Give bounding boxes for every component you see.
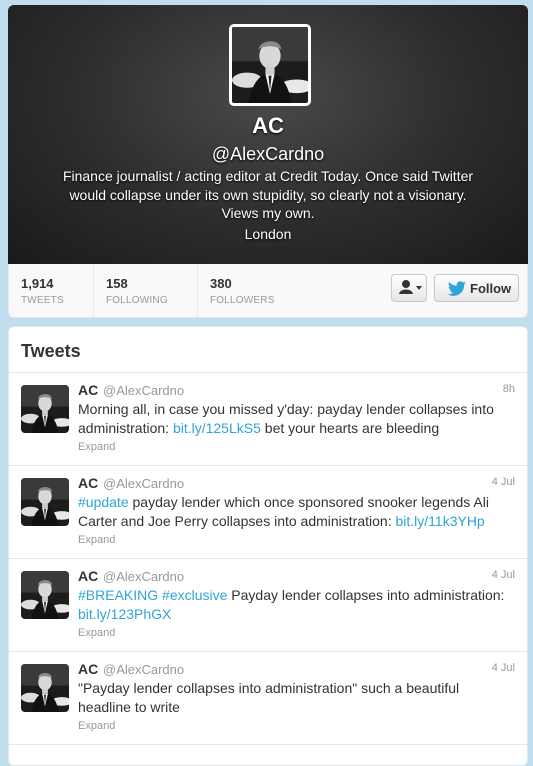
tweet-text-segment: bet your hearts are bleeding — [260, 419, 440, 436]
tweet-link[interactable]: bit.ly/125LkS5 — [173, 420, 261, 436]
tweet-expand-link[interactable]: Expand — [78, 534, 115, 546]
tweet-text: #update payday lender which once sponsor… — [78, 493, 517, 530]
tweet-avatar[interactable] — [21, 571, 69, 619]
tweet-text: "Payday lender collapses into administra… — [78, 679, 517, 716]
avatar-image — [21, 478, 69, 526]
avatar-image — [232, 27, 308, 103]
tweet-hashtag[interactable]: #BREAKING — [78, 587, 158, 603]
avatar-image — [21, 664, 69, 712]
tweet-author-handle[interactable]: @AlexCardno — [103, 569, 184, 584]
person-icon — [399, 280, 422, 294]
timeline-title: Tweets — [21, 341, 81, 361]
tweet-text-line: headline to write — [78, 698, 180, 715]
follow-button[interactable]: Follow — [434, 274, 519, 302]
stat-value: 158 — [106, 276, 128, 291]
tweet-expand-link[interactable]: Expand — [78, 441, 115, 453]
tweet-link[interactable]: bit.ly/11k3YHp — [395, 513, 484, 529]
tweet-expand-link[interactable]: Expand — [78, 720, 115, 732]
tweets-timeline: Tweets AC @AlexCardno 8h Morning all, in… — [8, 326, 528, 766]
stat-label: TWEETS — [21, 295, 64, 306]
tweet-timestamp[interactable]: 4 Jul — [492, 662, 515, 674]
tweet-timestamp[interactable]: 4 Jul — [492, 476, 515, 488]
tweet-text-segment: Carter and Joe Perry collapses into admi… — [78, 512, 396, 529]
tweet-item[interactable]: AC @AlexCardno 4 Jul "Payday lender coll… — [9, 651, 527, 744]
stat-label: FOLLOWING — [106, 295, 168, 306]
profile-avatar[interactable] — [229, 24, 311, 106]
tweet-text-line: "Payday lender collapses into administra… — [78, 680, 460, 696]
tweet-author-name[interactable]: AC — [78, 661, 98, 677]
tweet-text-line: #update payday lender which once sponsor… — [78, 493, 517, 512]
tweet-hashtag[interactable]: #update — [78, 494, 129, 510]
tweet-author-handle[interactable]: @AlexCardno — [103, 476, 184, 491]
tweet-text-line: administration: bit.ly/125LkS5 bet your … — [78, 419, 517, 438]
profile-stats-bar: 1,914 TWEETS 158 FOLLOWING 380 FOLLOWERS… — [8, 264, 528, 318]
tweet-author-name[interactable]: AC — [78, 568, 98, 584]
tweet-text-segment: payday lender which once sponsored snook… — [128, 494, 489, 510]
tweet-item[interactable]: AC @AlexCardno 4 Jul #BREAKING #exclusiv… — [9, 558, 527, 651]
bio-line: Views my own. — [221, 205, 315, 221]
stat-value: 380 — [210, 276, 232, 291]
tweet-text-line: Morning all, in case you missed y'day: p… — [78, 401, 494, 417]
avatar-image — [21, 385, 69, 433]
tweet-timestamp[interactable]: 4 Jul — [492, 569, 515, 581]
tweet-timestamp[interactable]: 8h — [503, 383, 515, 395]
profile-name: AC — [252, 113, 284, 138]
stat-followers[interactable]: 380 FOLLOWERS — [198, 264, 308, 317]
tweet-link[interactable]: bit.ly/123PhGX — [78, 606, 171, 622]
stat-label: FOLLOWERS — [210, 295, 275, 306]
tweet-author-name[interactable]: AC — [78, 382, 98, 398]
tweet-author-name[interactable]: AC — [78, 475, 98, 491]
tweet-text: Morning all, in case you missed y'day: p… — [78, 400, 517, 437]
tweet-item-partial — [9, 744, 527, 765]
tweet-avatar[interactable] — [21, 478, 69, 526]
user-actions-button[interactable] — [391, 274, 427, 302]
tweet-text-line: bit.ly/123PhGX — [78, 605, 517, 624]
tweet-avatar[interactable] — [21, 664, 69, 712]
avatar-image — [21, 571, 69, 619]
tweet-text-segment: administration: — [78, 419, 173, 436]
profile-header: AC @AlexCardno Finance journalist / acti… — [8, 5, 528, 264]
follow-label: Follow — [470, 281, 512, 296]
tweet-text-segment: Payday lender collapses into administrat… — [227, 587, 505, 603]
stat-value: 1,914 — [21, 276, 54, 291]
stat-tweets[interactable]: 1,914 TWEETS — [9, 264, 94, 317]
tweet-item[interactable]: AC @AlexCardno 4 Jul #update payday lend… — [9, 465, 527, 558]
bio-line: would collapse under its own stupidity, … — [69, 186, 467, 203]
profile-location: London — [244, 226, 292, 242]
stat-following[interactable]: 158 FOLLOWING — [94, 264, 198, 317]
tweet-expand-link[interactable]: Expand — [78, 627, 115, 639]
profile-bio: Finance journalist / acting editor at Cr… — [38, 167, 498, 223]
tweet-text-line: #BREAKING #exclusive Payday lender colla… — [78, 586, 517, 605]
tweet-item[interactable]: AC @AlexCardno 8h Morning all, in case y… — [9, 372, 527, 465]
tweet-avatar[interactable] — [21, 385, 69, 433]
bio-line: Finance journalist / acting editor at Cr… — [62, 168, 474, 184]
bird-icon — [447, 281, 466, 296]
tweet-author-handle[interactable]: @AlexCardno — [103, 383, 184, 398]
tweet-text: #BREAKING #exclusive Payday lender colla… — [78, 586, 517, 623]
tweet-author-handle[interactable]: @AlexCardno — [103, 662, 184, 677]
tweet-text-line: Carter and Joe Perry collapses into admi… — [78, 512, 517, 531]
tweet-hashtag[interactable]: #exclusive — [162, 587, 227, 603]
profile-handle: @AlexCardno — [211, 144, 325, 164]
